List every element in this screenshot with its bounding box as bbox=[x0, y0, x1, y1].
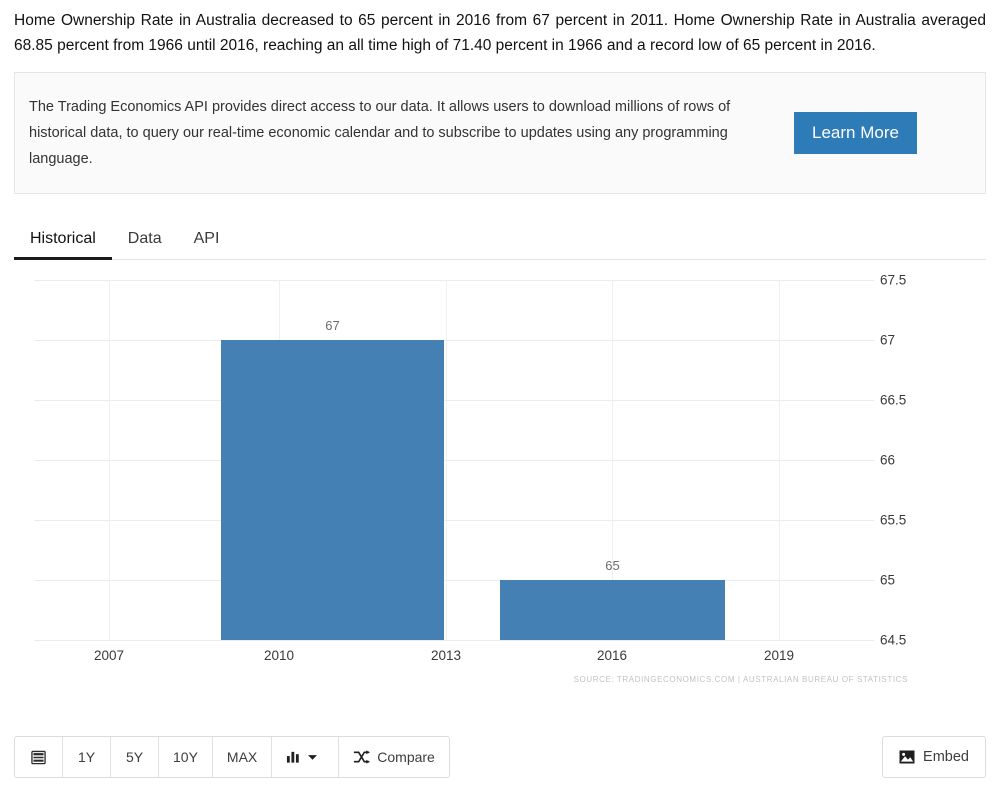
y-axis-tick-label: 65.5 bbox=[880, 512, 907, 528]
y-axis-tick-label: 66.5 bbox=[880, 392, 907, 408]
bar-chart-icon bbox=[286, 750, 301, 764]
chart-bar[interactable] bbox=[221, 340, 444, 640]
range-button-max[interactable]: MAX bbox=[212, 737, 273, 777]
calendar-icon bbox=[31, 750, 46, 765]
tab-bar: Historical Data API bbox=[14, 216, 986, 260]
chart-source-note: SOURCE: TRADINGECONOMICS.COM | AUSTRALIA… bbox=[573, 675, 908, 684]
y-axis-tick-label: 64.5 bbox=[880, 632, 907, 648]
range-button-5y[interactable]: 5Y bbox=[111, 737, 159, 777]
tab-api[interactable]: API bbox=[178, 230, 236, 259]
chart-type-dropdown[interactable] bbox=[272, 737, 340, 777]
embed-button[interactable]: Embed bbox=[882, 736, 986, 778]
y-axis-tick-label: 67.5 bbox=[880, 272, 907, 288]
embed-label: Embed bbox=[923, 749, 969, 765]
chart-gridline bbox=[34, 280, 874, 281]
chart-plot-area[interactable]: 67 65 bbox=[34, 280, 874, 641]
y-axis-tick-label: 67 bbox=[880, 332, 896, 348]
chart-gridline bbox=[34, 400, 874, 401]
chart-bar-value-label: 67 bbox=[325, 318, 340, 333]
chart-bar-value-label: 65 bbox=[605, 558, 620, 573]
summary-paragraph: Home Ownership Rate in Australia decreas… bbox=[14, 12, 986, 54]
chart-toolbar: 1Y 5Y 10Y MAX Compare Embed bbox=[14, 736, 986, 778]
y-axis-tick-label: 65 bbox=[880, 572, 896, 588]
range-button-group: 1Y 5Y 10Y MAX Compare bbox=[14, 736, 450, 778]
chart-gridline bbox=[34, 460, 874, 461]
api-promo-text: The Trading Economics API provides direc… bbox=[29, 99, 731, 167]
learn-more-button[interactable]: Learn More bbox=[794, 112, 917, 154]
range-button-10y[interactable]: 10Y bbox=[159, 737, 213, 777]
chart-container[interactable]: 67 65 SOURCE: TRADINGECONOMICS.COM | AUST… bbox=[14, 270, 986, 690]
chart-gridline bbox=[34, 640, 874, 641]
y-axis-tick-label: 66 bbox=[880, 452, 896, 468]
calendar-button[interactable] bbox=[15, 737, 63, 777]
api-promo-box: The Trading Economics API provides direc… bbox=[14, 72, 986, 194]
x-axis-tick-label: 2007 bbox=[93, 648, 125, 663]
chevron-down-icon bbox=[308, 754, 318, 761]
chart-bar[interactable] bbox=[500, 580, 725, 640]
chart-gridline bbox=[34, 520, 874, 521]
x-axis-tick-label: 2019 bbox=[763, 648, 795, 663]
chart-vertical-gridline bbox=[446, 280, 447, 640]
x-axis-tick-label: 2016 bbox=[596, 648, 628, 663]
chart-vertical-gridline bbox=[109, 280, 110, 640]
tab-data[interactable]: Data bbox=[112, 230, 178, 259]
range-button-1y[interactable]: 1Y bbox=[63, 737, 111, 777]
compare-label: Compare bbox=[377, 749, 435, 765]
image-icon bbox=[899, 750, 915, 764]
chart-vertical-gridline bbox=[779, 280, 780, 640]
x-axis-tick-label: 2013 bbox=[430, 648, 462, 663]
chart-gridline bbox=[34, 340, 874, 341]
shuffle-icon bbox=[353, 750, 371, 764]
chart-gridline bbox=[34, 580, 874, 581]
tab-historical[interactable]: Historical bbox=[14, 230, 112, 260]
x-axis-tick-label: 2010 bbox=[263, 648, 295, 663]
compare-button[interactable]: Compare bbox=[339, 737, 449, 777]
